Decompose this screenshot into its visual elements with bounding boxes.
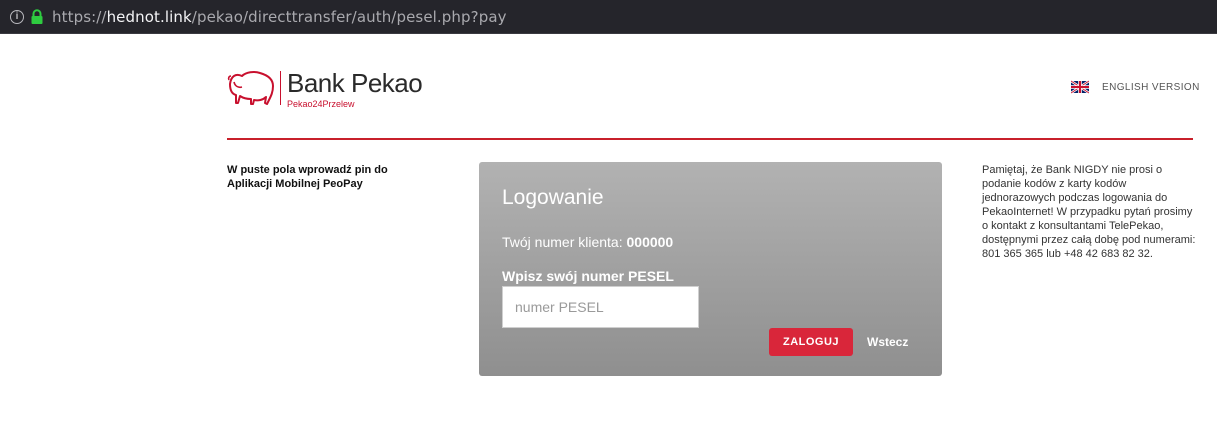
english-version-label: ENGLISH VERSION (1102, 81, 1200, 93)
pesel-input[interactable] (502, 286, 699, 328)
back-link[interactable]: Wstecz (867, 335, 908, 349)
bank-logo[interactable]: Bank Pekao Pekao24Przelew (227, 68, 447, 112)
brand-subtitle: Pekao24Przelew (287, 99, 355, 109)
url-protocol: https:// (52, 7, 107, 26)
login-panel: Logowanie Twój numer klienta: 000000 Wpi… (479, 162, 942, 376)
lock-icon (31, 8, 43, 24)
url-host: hednot.link (106, 7, 192, 26)
header-divider (227, 138, 1193, 140)
pin-instruction-text: W puste pola wprowadź pin do Aplikacji M… (227, 164, 388, 190)
browser-address-bar[interactable]: i https://hednot.link/pekao/directtransf… (0, 0, 1217, 34)
url-path: /pekao/directtransfer/auth/pesel.php?pay (191, 7, 507, 26)
brand-name: Bank Pekao (287, 68, 423, 98)
bison-logo-icon (227, 71, 274, 105)
url-text[interactable]: https://hednot.link/pekao/directtransfer… (52, 8, 507, 26)
login-title: Logowanie (502, 186, 604, 209)
logo-divider (280, 71, 281, 105)
client-number-label: Twój numer klienta: (502, 234, 623, 250)
security-notice-text: Pamiętaj, że Bank NIGDY nie prosi o poda… (982, 164, 1196, 260)
client-number-value: 000000 (626, 234, 674, 250)
pesel-label: Wpisz swój numer PESEL (502, 268, 674, 284)
english-version-link[interactable]: ENGLISH VERSION (1071, 80, 1200, 94)
client-number-row: Twój numer klienta: 000000 (502, 234, 673, 250)
info-icon[interactable]: i (10, 9, 24, 24)
uk-flag-icon (1071, 80, 1089, 94)
login-button[interactable]: ZALOGUJ (769, 328, 853, 356)
